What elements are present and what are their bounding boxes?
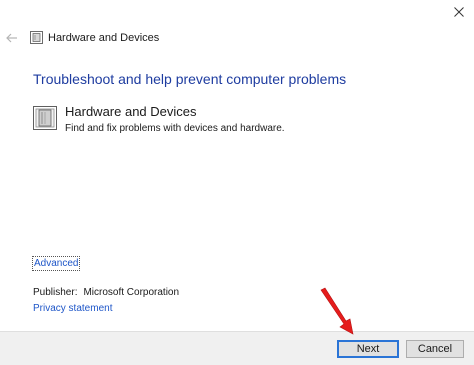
window-title: Hardware and Devices — [48, 32, 160, 44]
privacy-statement-link[interactable]: Privacy statement — [33, 302, 112, 315]
back-button[interactable] — [4, 30, 20, 46]
troubleshooter-window: Hardware and Devices Troubleshoot and he… — [0, 0, 474, 365]
back-arrow-icon — [6, 33, 17, 43]
cancel-button[interactable]: Cancel — [406, 340, 464, 358]
footer-bar: Next Cancel — [0, 331, 474, 365]
nav-bar: Hardware and Devices — [0, 28, 474, 48]
item-title: Hardware and Devices — [65, 104, 197, 119]
next-button[interactable]: Next — [337, 340, 399, 358]
close-icon — [454, 7, 464, 17]
advanced-link[interactable]: Advanced — [32, 256, 81, 271]
publisher-value: Microsoft Corporation — [83, 287, 180, 298]
publisher-label: Publisher: — [33, 287, 78, 298]
page-heading: Troubleshoot and help prevent computer p… — [33, 71, 347, 87]
troubleshooter-item[interactable]: Hardware and Devices Find and fix proble… — [33, 104, 433, 136]
publisher-row: Publisher: Microsoft Corporation — [33, 286, 179, 299]
item-description: Find and fix problems with devices and h… — [65, 123, 285, 134]
close-button[interactable] — [444, 0, 474, 24]
hardware-devices-icon — [33, 106, 57, 130]
hardware-devices-icon — [30, 31, 43, 44]
